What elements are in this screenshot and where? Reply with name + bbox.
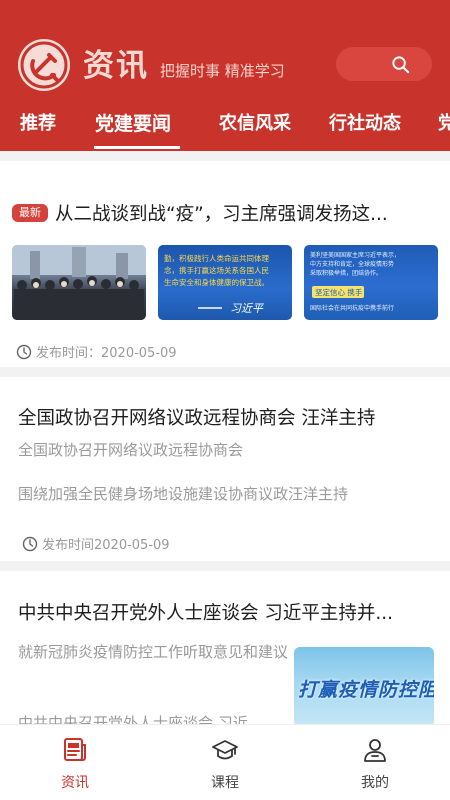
news-thumbnails: 勤，积极践行人类命运共同体理 念，携手打赢这场关系各国人民 生命安全和身体健康的…: [12, 245, 438, 321]
nav-label: 我的: [361, 775, 389, 791]
news-cover-caption: 打赢疫情防控阻: [298, 679, 434, 701]
nav-profile[interactable]: 我的: [325, 725, 425, 800]
graduation-cap-icon: [212, 740, 238, 760]
news-card[interactable]: 中共中央召开党外人士座谈会 习近平主持并... 就新冠肺炎疫情防控工作听取意见和…: [0, 571, 450, 724]
news-subtitle: 全国政协召开网络议政远程协商会: [18, 441, 244, 459]
search-icon: [392, 56, 410, 74]
nav-courses[interactable]: 课程: [175, 725, 275, 800]
party-emblem-icon: [18, 39, 70, 91]
app-slogan: 把握时事 精准学习: [160, 62, 285, 80]
user-icon: [364, 739, 386, 762]
news-summary: 围绕加强全民健身场地设施建设协商议政汪洋主持: [18, 485, 349, 503]
svg-text:勤，积极践行人类命运共同体理: 勤，积极践行人类命运共同体理: [164, 253, 269, 263]
app-header: 资讯 把握时事 精准学习 推荐 党建要闻 农信风采 行社动态 党: [0, 0, 450, 151]
svg-text:习近平: 习近平: [230, 302, 264, 315]
category-tabs: 推荐 党建要闻 农信风采 行社动态 党: [0, 105, 450, 151]
tab-party-news[interactable]: 党建要闻: [95, 109, 171, 136]
publish-time-text: 发布时间2020-05-09: [42, 538, 170, 553]
news-feed[interactable]: 最新 从二战谈到战“疫”，习主席强调发扬这... 勤，积极践行人类命运共同体理 …: [0, 151, 450, 724]
new-badge: 最新: [12, 204, 48, 222]
news-summary-continued: 中共中央召开党外人士座谈会 习近: [18, 714, 248, 724]
news-icon: [64, 738, 86, 761]
news-poster-image[interactable]: 美利坚美国国家主席习近平表示， 中方支持和肯定，全球疫情形势 采取积极举措，团结…: [304, 245, 438, 320]
svg-text:念，携手打赢这场关系各国人民: 念，携手打赢这场关系各国人民: [164, 265, 269, 275]
news-card[interactable]: 全国政协召开网络议政远程协商会 汪洋主持 全国政协召开网络议政远程协商会 围绕加…: [0, 377, 450, 561]
publish-time: 发布时间：2020-05-09: [16, 342, 177, 361]
news-photo-leaders[interactable]: [12, 245, 146, 320]
publish-time: 发布时间2020-05-09: [22, 534, 170, 553]
tab-branch-news[interactable]: 行社动态: [329, 109, 401, 135]
tab-rural-credit[interactable]: 农信风采: [219, 109, 291, 135]
app-title: 资讯: [83, 48, 149, 84]
nav-label: 课程: [211, 775, 239, 791]
news-card[interactable]: 最新 从二战谈到战“疫”，习主席强调发扬这... 勤，积极践行人类命运共同体理 …: [0, 161, 450, 367]
svg-text:美利坚美国国家主席习近平表示，: 美利坚美国国家主席习近平表示，: [310, 251, 400, 259]
tab-recommend[interactable]: 推荐: [20, 109, 56, 135]
svg-text:坚定信心 携手: 坚定信心 携手: [315, 287, 363, 297]
news-title[interactable]: 从二战谈到战“疫”，习主席强调发扬这...: [55, 200, 388, 226]
tab-party-more[interactable]: 党: [438, 109, 450, 135]
search-button[interactable]: [336, 47, 432, 81]
news-cover-image[interactable]: 打赢疫情防控阻: [294, 647, 434, 724]
publish-time-text: 发布时间：2020-05-09: [36, 346, 177, 361]
news-title[interactable]: 全国政协召开网络议政远程协商会 汪洋主持: [18, 404, 375, 430]
nav-news[interactable]: 资讯: [25, 725, 125, 800]
clock-icon: [16, 344, 32, 359]
news-title[interactable]: 中共中央召开党外人士座谈会 习近平主持并...: [18, 599, 393, 625]
news-summary: 就新冠肺炎疫情防控工作听取意见和建议: [18, 643, 289, 661]
svg-text:生命安全和身体健康的保卫战。: 生命安全和身体健康的保卫战。: [164, 277, 269, 287]
svg-text:国际社会在共同抗疫中携手前行: 国际社会在共同抗疫中携手前行: [310, 304, 394, 312]
bottom-navigation: 资讯 课程 我的: [0, 724, 450, 800]
svg-text:采取积极举措，团结协作。: 采取积极举措，团结协作。: [310, 269, 382, 277]
svg-text:中方支持和肯定，全球疫情形势: 中方支持和肯定，全球疫情形势: [310, 260, 394, 268]
nav-label: 资讯: [61, 775, 89, 791]
active-tab-indicator: [94, 146, 180, 149]
news-quote-image[interactable]: 勤，积极践行人类命运共同体理 念，携手打赢这场关系各国人民 生命安全和身体健康的…: [158, 245, 292, 320]
clock-icon: [22, 536, 38, 551]
